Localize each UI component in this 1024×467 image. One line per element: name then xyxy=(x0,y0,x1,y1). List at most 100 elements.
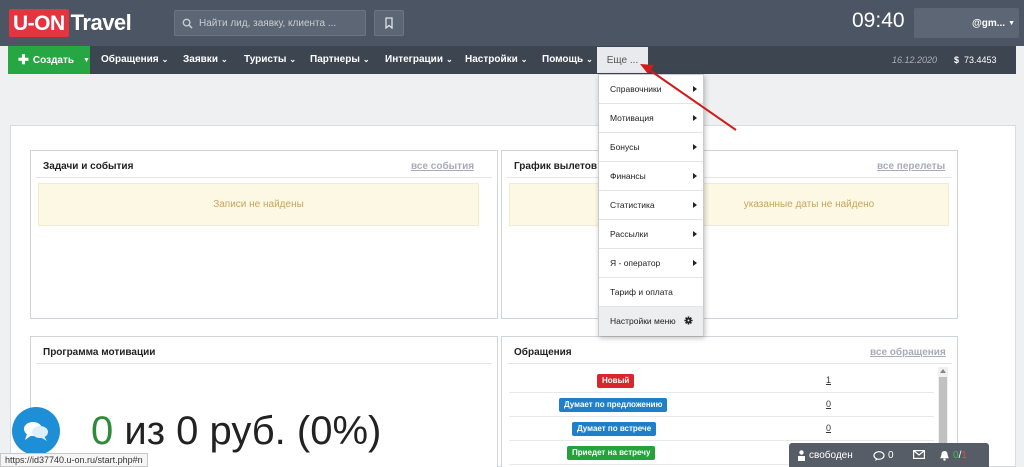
search-icon xyxy=(182,18,193,29)
menu-item-motivation[interactable]: Мотивация xyxy=(599,104,703,133)
create-button[interactable]: ✚ Создать ▼ xyxy=(8,46,90,74)
caret-right-icon xyxy=(693,173,697,179)
operator-widget: свободен 0 0/1 xyxy=(789,443,989,467)
chevron-down-icon: ⌄ xyxy=(445,55,453,64)
dashboard: Задачи и события все события Записи не н… xyxy=(10,125,1016,467)
menu-item-label: Я - оператор xyxy=(610,258,661,268)
chevron-down-icon: ⌄ xyxy=(586,55,593,64)
tasks-card: Задачи и события все события Записи не н… xyxy=(30,150,498,319)
clock: 09:40 xyxy=(852,9,905,32)
flights-card: График вылетов все перелеты указанные да… xyxy=(501,150,958,319)
request-count[interactable]: 1 xyxy=(826,375,831,385)
nav-label: Настройки xyxy=(465,54,518,65)
nav-label: Заявки xyxy=(183,54,218,65)
nav-item-help[interactable]: Помощь ⌄ xyxy=(542,46,593,74)
nav-label: Интеграции xyxy=(385,54,443,65)
more-dropdown-menu: Справочники Мотивация Бонусы Финансы Ста… xyxy=(598,74,704,336)
nav-item-tourists[interactable]: Туристы ⌄ xyxy=(244,46,296,74)
logo[interactable]: U-ON Travel xyxy=(9,9,132,37)
request-count[interactable]: 0 xyxy=(826,399,831,409)
menu-item-operator[interactable]: Я - оператор xyxy=(599,249,703,278)
nav-item-partners[interactable]: Партнеры ⌄ xyxy=(310,46,370,74)
menu-item-menu-settings[interactable]: Настройки меню xyxy=(599,307,703,336)
nav-item-settings[interactable]: Настройки ⌄ xyxy=(465,46,527,74)
chevron-down-icon: ⌄ xyxy=(220,55,228,64)
menu-item-tariff[interactable]: Тариф и оплата xyxy=(599,278,703,307)
menu-item-label: Тариф и оплата xyxy=(610,287,673,297)
chat-button[interactable] xyxy=(12,407,60,455)
chevron-down-icon: ▼ xyxy=(1008,19,1015,27)
mail-button[interactable] xyxy=(913,450,925,459)
nav-label: Туристы xyxy=(244,54,287,65)
motivation-summary: 0 из 0 руб. (0%) xyxy=(91,409,381,454)
main-nav: ✚ Создать ▼ Обращения ⌄ Заявки ⌄ Туристы ⌄ … xyxy=(8,46,1016,74)
nav-label: Обращения xyxy=(101,54,159,65)
menu-item-bonuses[interactable]: Бонусы xyxy=(599,133,703,162)
all-flights-link[interactable]: все перелеты xyxy=(877,161,945,172)
bell-icon xyxy=(940,451,949,461)
table-row: Новый 1 xyxy=(509,369,934,393)
search-input[interactable] xyxy=(199,17,359,29)
nav-label: Помощь xyxy=(542,54,584,65)
chat-icon xyxy=(24,422,48,441)
chevron-down-icon: ⌄ xyxy=(520,55,528,64)
divider xyxy=(507,177,952,178)
comment-icon xyxy=(873,450,885,461)
logo-text: Travel xyxy=(70,10,132,35)
currency-rate: $73.4453 xyxy=(954,46,997,74)
status-url: https://id37740.u-on.ru/start.php#n xyxy=(0,453,148,467)
user-menu[interactable]: @gm... ▼ xyxy=(914,8,1019,38)
divider xyxy=(507,363,952,364)
menu-item-label: Статистика xyxy=(610,200,655,210)
nav-item-integrations[interactable]: Интеграции ⌄ xyxy=(385,46,453,74)
menu-item-label: Справочники xyxy=(610,84,662,94)
caret-right-icon xyxy=(693,115,697,121)
nav-label: Партнеры xyxy=(310,54,360,65)
table-row: Думает по встрече 0 xyxy=(509,417,934,441)
status-badge: Приедет на встречу xyxy=(567,446,656,460)
rate-value: 73.4453 xyxy=(964,55,997,65)
scroll-up-icon[interactable] xyxy=(940,369,946,373)
divider xyxy=(36,177,492,178)
messages-counter[interactable]: 0 xyxy=(873,450,894,461)
menu-item-label: Финансы xyxy=(610,171,646,181)
user-icon xyxy=(798,450,805,461)
nav-item-more[interactable]: Еще ... xyxy=(597,47,648,73)
status-badge: Думает по встрече xyxy=(572,422,657,436)
menu-item-mailings[interactable]: Рассылки xyxy=(599,220,703,249)
create-label: Создать xyxy=(32,54,75,66)
card-title: Задачи и события xyxy=(43,161,134,172)
menu-item-directories[interactable]: Справочники xyxy=(599,75,703,104)
request-count[interactable]: 0 xyxy=(826,423,831,433)
menu-item-label: Рассылки xyxy=(610,229,649,239)
envelope-icon xyxy=(913,450,925,459)
nav-item-requests[interactable]: Обращения ⌄ xyxy=(101,46,168,74)
chevron-down-icon: ⌄ xyxy=(362,55,370,64)
caret-right-icon xyxy=(693,231,697,237)
plus-icon: ✚ xyxy=(18,52,29,67)
bookmark-icon xyxy=(385,17,393,29)
status-badge: Новый xyxy=(597,374,635,388)
menu-item-finance[interactable]: Финансы xyxy=(599,162,703,191)
motivation-rest: из 0 руб. (0%) xyxy=(113,409,382,453)
operator-status[interactable]: свободен xyxy=(797,450,853,461)
caret-right-icon xyxy=(693,86,697,92)
messages-count: 0 xyxy=(888,450,894,461)
all-events-link[interactable]: все события xyxy=(411,161,474,172)
notify-red-count: 1 xyxy=(961,450,967,461)
logo-box: U-ON xyxy=(9,9,69,37)
all-requests-link[interactable]: все обращения xyxy=(870,347,946,358)
user-email: @gm... xyxy=(971,17,1006,29)
bookmark-button[interactable] xyxy=(374,10,404,36)
table-row: Думает по предложению 0 xyxy=(509,393,934,417)
search-box[interactable] xyxy=(174,10,366,36)
empty-message: указанные даты не найдено xyxy=(509,183,949,226)
nav-item-orders[interactable]: Заявки ⌄ xyxy=(183,46,228,74)
notifications[interactable]: 0/1 xyxy=(939,450,967,461)
caret-right-icon xyxy=(693,202,697,208)
menu-item-statistics[interactable]: Статистика xyxy=(599,191,703,220)
chevron-down-icon: ⌄ xyxy=(161,55,169,64)
menu-item-label: Мотивация xyxy=(610,113,654,123)
empty-message: Записи не найдены xyxy=(38,183,479,226)
card-title: Обращения xyxy=(514,347,572,358)
